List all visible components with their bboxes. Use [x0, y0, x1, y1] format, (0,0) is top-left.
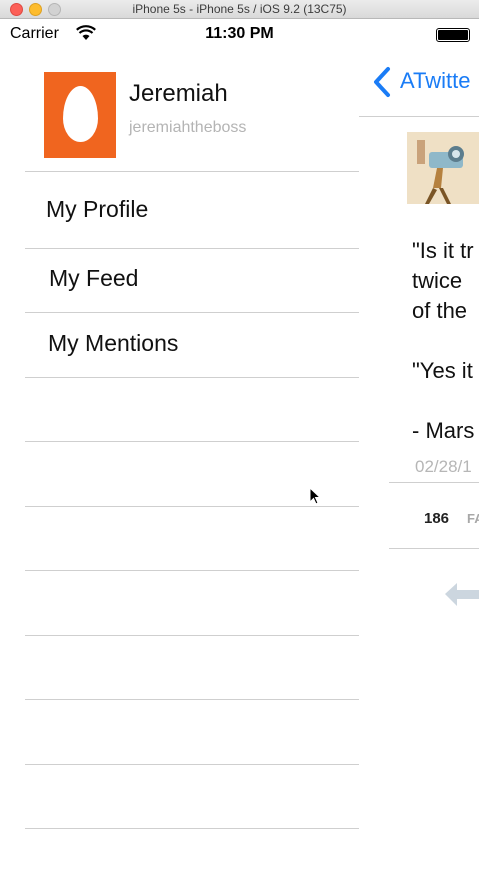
chevron-left-icon[interactable]	[371, 66, 393, 103]
tweet-line: "Is it tr	[412, 238, 474, 263]
menu-item-my-feed[interactable]: My Feed	[49, 265, 138, 292]
tweet-line	[412, 386, 474, 416]
status-bar: Carrier 11:30 PM	[0, 19, 479, 52]
menu-separator	[25, 441, 359, 442]
side-menu: Jeremiah jeremiahtheboss My Profile My F…	[0, 52, 359, 870]
status-time: 11:30 PM	[205, 25, 274, 42]
menu-separator	[25, 312, 359, 313]
tweet-line: twice	[412, 268, 463, 293]
menu-separator	[25, 828, 359, 829]
menu-separator	[25, 377, 359, 378]
tweet-text: "Is it tr twice of the "Yes it - Mars	[412, 236, 474, 446]
mouse-cursor-icon	[309, 486, 322, 510]
menu-separator	[25, 699, 359, 700]
navigation-bar: ATwitte	[359, 52, 479, 117]
simulator-title-bar: iPhone 5s - iPhone 5s / iOS 9.2 (13C75)	[0, 0, 479, 19]
favorites-count: 186	[424, 510, 450, 527]
tweet-line: - Mars	[412, 418, 475, 443]
favorites-label: FA	[467, 511, 479, 526]
menu-separator	[25, 764, 359, 765]
egg-icon	[63, 86, 98, 142]
avatar[interactable]	[44, 72, 116, 158]
tweet-date: 02/28/1	[415, 457, 472, 476]
menu-separator	[25, 171, 359, 172]
back-button[interactable]: ATwitte	[400, 68, 471, 94]
tweet-author-avatar[interactable]	[407, 132, 479, 204]
tweet-line: "Yes it	[412, 358, 473, 383]
reply-icon[interactable]	[443, 580, 479, 615]
tweet-line: of the	[412, 298, 468, 323]
detail-separator	[389, 482, 479, 483]
battery-icon	[436, 28, 470, 42]
menu-separator	[25, 635, 359, 636]
menu-separator	[25, 570, 359, 571]
profile-handle: jeremiahtheboss	[129, 119, 247, 136]
menu-separator	[25, 248, 359, 249]
window-title: iPhone 5s - iPhone 5s / iOS 9.2 (13C75)	[132, 2, 347, 16]
tweet-line	[412, 326, 474, 356]
menu-item-my-mentions[interactable]: My Mentions	[48, 330, 178, 357]
tweet-detail-view: ATwitte "Is it tr twice of the "Yes it -…	[359, 52, 479, 870]
profile-name: Jeremiah	[129, 80, 228, 107]
menu-item-my-profile[interactable]: My Profile	[46, 196, 148, 223]
detail-separator	[389, 548, 479, 549]
